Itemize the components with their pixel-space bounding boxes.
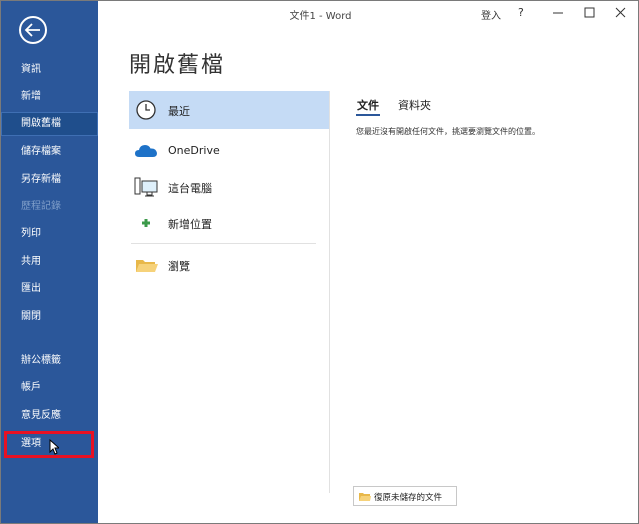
tab-documents[interactable]: 文件 (357, 97, 379, 113)
nav-office-tab[interactable]: 辦公標籤 (1, 349, 98, 373)
nav-share[interactable]: 共用 (1, 250, 98, 274)
pane-divider (329, 91, 330, 493)
location-browse[interactable]: 瀏覽 (129, 246, 329, 284)
nav-info[interactable]: 資訊 (1, 58, 98, 82)
nav-save[interactable]: 儲存檔案 (1, 140, 98, 164)
location-label: 瀏覽 (168, 260, 190, 273)
location-recent[interactable]: 最近 (129, 91, 329, 129)
folder-icon (136, 260, 158, 272)
mouse-cursor-icon (49, 439, 59, 455)
word-window: 資訊 新增 開啟舊檔 儲存檔案 另存新檔 歷程記錄 列印 共用 匯出 關閉 辦公… (0, 0, 639, 524)
nav-print[interactable]: 列印 (1, 222, 98, 246)
recover-unsaved-documents-button[interactable]: 復原未儲存的文件 (353, 486, 457, 506)
location-label: 最近 (168, 105, 190, 118)
nav-feedback[interactable]: 意見反應 (1, 404, 98, 428)
close-window-button[interactable] (610, 4, 630, 22)
maximize-icon (584, 7, 595, 18)
plus-icon (142, 219, 150, 227)
minimize-button[interactable] (548, 4, 568, 22)
location-label: 新增位置 (168, 218, 212, 231)
nav-history: 歷程記錄 (21, 201, 61, 212)
location-add-place[interactable]: 新增位置 (129, 204, 329, 242)
empty-recent-message: 您最近沒有開啟任何文件，挑選要瀏覽文件的位置。 (356, 127, 540, 136)
location-separator (131, 243, 316, 244)
tab-folders[interactable]: 資料夾 (398, 97, 431, 113)
nav-close[interactable]: 關閉 (1, 305, 98, 329)
nav-export[interactable]: 匯出 (1, 277, 98, 301)
window-title: 文件1 - Word (289, 11, 352, 22)
computer-icon (134, 177, 158, 197)
nav-new[interactable]: 新增 (1, 85, 98, 109)
clock-icon (136, 100, 156, 120)
title-bar: 文件1 - Word 登入 ? (98, 1, 638, 25)
backstage-sidebar: 資訊 新增 開啟舊檔 儲存檔案 另存新檔 歷程記錄 列印 共用 匯出 關閉 辦公… (1, 1, 98, 523)
back-button[interactable] (19, 16, 47, 44)
nav-save-as[interactable]: 另存新檔 (1, 168, 98, 192)
recover-button-label: 復原未儲存的文件 (374, 493, 443, 503)
nav-open[interactable]: 開啟舊檔 (1, 112, 98, 136)
back-arrow-icon (24, 23, 40, 37)
close-icon (615, 7, 626, 18)
page-title: 開啟舊檔 (129, 53, 226, 78)
active-tab-underline (356, 114, 380, 116)
minimize-icon (553, 12, 563, 14)
cloud-icon (135, 145, 157, 157)
nav-account[interactable]: 帳戶 (1, 376, 98, 400)
help-button[interactable]: ? (518, 6, 524, 19)
maximize-button[interactable] (579, 4, 599, 22)
location-label: OneDrive (168, 144, 220, 157)
location-onedrive[interactable]: OneDrive (129, 132, 329, 170)
sign-in-link[interactable]: 登入 (481, 7, 501, 22)
location-label: 這台電腦 (168, 182, 212, 195)
folder-icon (359, 493, 371, 501)
location-this-pc[interactable]: 這台電腦 (129, 168, 329, 206)
